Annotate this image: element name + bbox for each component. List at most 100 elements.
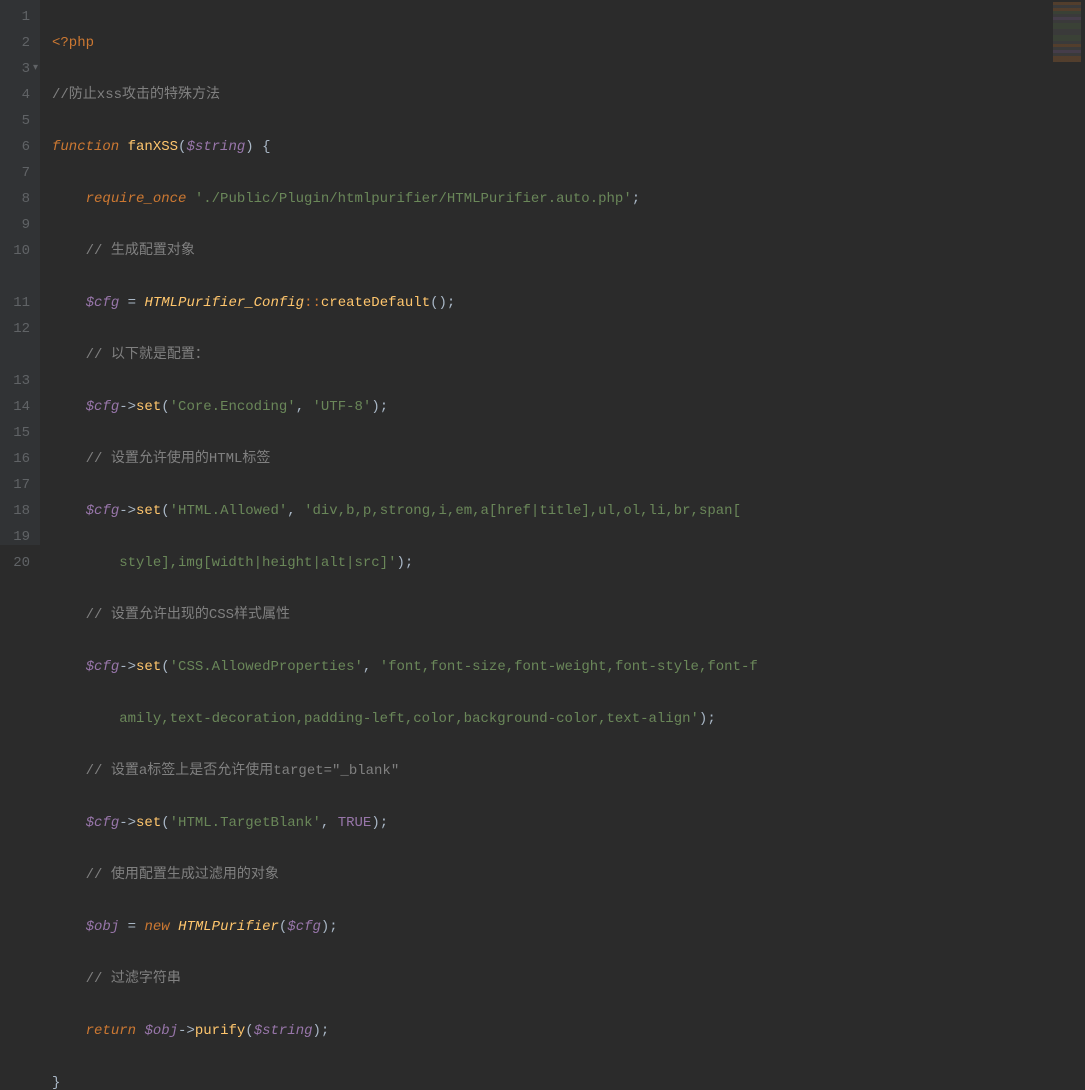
paren: ) — [245, 139, 253, 155]
line-number: 5 — [8, 108, 30, 134]
brace: } — [52, 1075, 60, 1090]
line-number: 18 — [8, 498, 30, 524]
paren: ( — [161, 659, 169, 675]
code-line-wrap[interactable]: style],img[width|height|alt|src]'); — [52, 550, 1085, 576]
code-line[interactable]: // 设置允许出现的CSS样式属性 — [52, 602, 1085, 628]
code-line[interactable]: function fanXSS($string) { — [52, 134, 1085, 160]
code-line[interactable]: } — [52, 1070, 1085, 1090]
paren: ( — [161, 503, 169, 519]
comment: // 生成配置对象 — [86, 243, 195, 259]
code-line-wrap[interactable]: amily,text-decoration,padding-left,color… — [52, 706, 1085, 732]
code-line[interactable]: // 以下就是配置： — [52, 342, 1085, 368]
comment: // 设置允许使用的HTML标签 — [86, 451, 271, 467]
string: 'Core.Encoding' — [170, 399, 296, 415]
arrow-op: -> — [119, 503, 136, 519]
string: 'CSS.AllowedProperties' — [170, 659, 363, 675]
variable: $cfg — [287, 919, 321, 935]
code-editor[interactable]: 1 2 3 4 5 6 7 8 9 10 11 12 13 14 15 16 1… — [0, 0, 1085, 545]
keyword-return: return — [86, 1023, 136, 1039]
brace: { — [262, 139, 270, 155]
variable: $cfg — [86, 815, 120, 831]
variable: $cfg — [86, 295, 120, 311]
function-name: fanXSS — [128, 139, 178, 155]
method-name: set — [136, 815, 161, 831]
code-line[interactable]: $obj = new HTMLPurifier($cfg); — [52, 914, 1085, 940]
comment: // 设置允许出现的CSS样式属性 — [86, 607, 290, 623]
keyword-new: new — [144, 919, 169, 935]
variable: $obj — [86, 919, 120, 935]
method-name: purify — [195, 1023, 245, 1039]
scope-op: :: — [304, 295, 321, 311]
paren: ); — [371, 815, 388, 831]
code-line[interactable]: // 设置a标签上是否允许使用target="_blank" — [52, 758, 1085, 784]
code-line[interactable]: $cfg->set('HTML.TargetBlank', TRUE); — [52, 810, 1085, 836]
keyword-require: require_once — [86, 191, 187, 207]
line-number: 13 — [8, 368, 30, 394]
code-area[interactable]: <?php //防止xss攻击的特殊方法 function fanXSS($st… — [40, 0, 1085, 545]
paren: ( — [245, 1023, 253, 1039]
comment: //防止xss攻击的特殊方法 — [52, 87, 220, 103]
line-number — [8, 264, 30, 290]
string: 'HTML.TargetBlank' — [170, 815, 321, 831]
method-name: createDefault — [321, 295, 430, 311]
class-name: HTMLPurifier — [178, 919, 279, 935]
code-line[interactable]: // 生成配置对象 — [52, 238, 1085, 264]
code-line[interactable]: // 设置允许使用的HTML标签 — [52, 446, 1085, 472]
constant: TRUE — [338, 815, 372, 831]
code-line[interactable]: // 过滤字符串 — [52, 966, 1085, 992]
php-open-tag: <?php — [52, 35, 94, 51]
comment: // 以下就是配置： — [86, 347, 209, 363]
arrow-op: -> — [119, 399, 136, 415]
operator: = — [119, 295, 144, 311]
arrow-op: -> — [119, 659, 136, 675]
line-number: 10 — [8, 238, 30, 264]
comma: , — [321, 815, 338, 831]
line-number: 2 — [8, 30, 30, 56]
string: 'HTML.Allowed' — [170, 503, 288, 519]
code-line[interactable]: require_once './Public/Plugin/htmlpurifi… — [52, 186, 1085, 212]
line-number: 15 — [8, 420, 30, 446]
code-line[interactable]: $cfg->set('CSS.AllowedProperties', 'font… — [52, 654, 1085, 680]
variable: $string — [254, 1023, 313, 1039]
method-name: set — [136, 399, 161, 415]
operator: = — [119, 919, 144, 935]
method-name: set — [136, 503, 161, 519]
string: 'UTF-8' — [313, 399, 372, 415]
paren: ); — [371, 399, 388, 415]
paren: ( — [161, 815, 169, 831]
paren: ); — [313, 1023, 330, 1039]
paren: ); — [396, 555, 413, 571]
comment: // 过滤字符串 — [86, 971, 181, 987]
line-number: 20 — [8, 550, 30, 576]
comma: , — [296, 399, 313, 415]
paren: ); — [699, 711, 716, 727]
code-line[interactable]: //防止xss攻击的特殊方法 — [52, 82, 1085, 108]
comma: , — [287, 503, 304, 519]
code-line[interactable]: $cfg->set('Core.Encoding', 'UTF-8'); — [52, 394, 1085, 420]
line-number: 19 — [8, 524, 30, 550]
minimap[interactable] — [1053, 2, 1081, 62]
code-line[interactable]: // 使用配置生成过滤用的对象 — [52, 862, 1085, 888]
line-number: 6 — [8, 134, 30, 160]
method-name: set — [136, 659, 161, 675]
code-line[interactable]: return $obj->purify($string); — [52, 1018, 1085, 1044]
variable: $obj — [144, 1023, 178, 1039]
keyword-function: function — [52, 139, 119, 155]
line-number-gutter: 1 2 3 4 5 6 7 8 9 10 11 12 13 14 15 16 1… — [0, 0, 40, 545]
comma: , — [363, 659, 380, 675]
arrow-op: -> — [119, 815, 136, 831]
line-number: 16 — [8, 446, 30, 472]
paren: ( — [279, 919, 287, 935]
variable: $string — [186, 139, 245, 155]
line-number: 11 — [8, 290, 30, 316]
arrow-op: -> — [178, 1023, 195, 1039]
line-number: 7 — [8, 160, 30, 186]
line-number: 12 — [8, 316, 30, 342]
paren: ( — [161, 399, 169, 415]
variable: $cfg — [86, 659, 120, 675]
code-line[interactable]: <?php — [52, 30, 1085, 56]
code-line[interactable]: $cfg->set('HTML.Allowed', 'div,b,p,stron… — [52, 498, 1085, 524]
line-number-fold[interactable]: 3 — [8, 56, 30, 82]
code-line[interactable]: $cfg = HTMLPurifier_Config::createDefaul… — [52, 290, 1085, 316]
paren: (); — [430, 295, 455, 311]
